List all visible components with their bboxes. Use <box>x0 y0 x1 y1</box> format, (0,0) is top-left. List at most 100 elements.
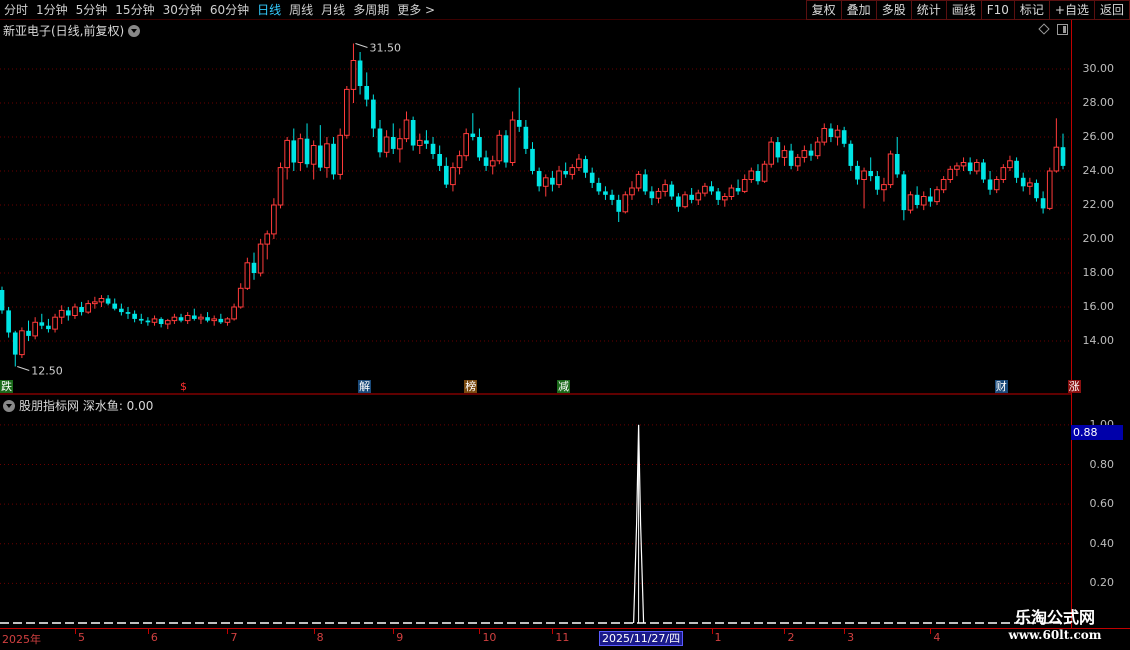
candle <box>655 188 662 204</box>
period-tab[interactable]: 60分钟 <box>206 0 253 20</box>
toolbar-button[interactable]: F10 <box>980 0 1015 20</box>
period-tab[interactable]: 1分钟 <box>32 0 72 20</box>
toolbar-button[interactable]: 统计 <box>910 0 947 20</box>
price-axis-label: 22.00 <box>1082 198 1115 211</box>
price-axis: 30.00 28.00 26.00 24.00 22.00 20.00 18.00 16.00… <box>1071 20 1120 628</box>
month-tick <box>227 629 229 634</box>
candle <box>609 189 615 205</box>
candle <box>649 186 655 205</box>
candle <box>231 303 237 321</box>
candle <box>297 133 304 171</box>
period-tab[interactable]: 多周期 <box>349 0 393 20</box>
candle <box>589 167 595 188</box>
candle <box>875 171 880 195</box>
candle <box>1000 164 1007 183</box>
candle <box>960 157 967 171</box>
date-cursor-label: 2025/11/27/四 <box>599 631 684 646</box>
period-tab[interactable]: 5分钟 <box>72 0 112 20</box>
candle <box>257 239 264 277</box>
event-badge[interactable]: 涨 <box>1067 380 1081 393</box>
candle <box>576 154 582 171</box>
candle <box>350 43 357 103</box>
candle <box>503 130 509 168</box>
candle <box>914 186 920 209</box>
month-tick <box>393 629 395 634</box>
indicator-axis-label: 0.80 <box>1089 457 1115 471</box>
period-tab[interactable]: 周线 <box>285 0 317 20</box>
candle <box>973 159 980 175</box>
toolbar-buttons: 复权 叠加 多股 统计 画线 F10 标记 +自选 返回 <box>805 0 1130 20</box>
candle <box>1040 191 1046 214</box>
month-tick <box>74 629 76 634</box>
candle <box>211 315 218 326</box>
candle <box>304 123 310 168</box>
indicator-title-label: 股朋指标网 深水鱼: 0.00 <box>19 399 154 413</box>
indicator-axis-label: 0.40 <box>1089 536 1115 550</box>
candle <box>855 160 860 185</box>
toolbar-button[interactable]: 叠加 <box>840 0 877 20</box>
candle <box>364 72 370 107</box>
period-tab[interactable]: 月线 <box>317 0 349 20</box>
toolbar-button[interactable]: +自选 <box>1048 0 1095 20</box>
period-tab[interactable]: 分时 <box>0 0 32 20</box>
month-label: 2 <box>787 631 795 644</box>
candle <box>715 188 721 205</box>
period-tab[interactable]: 更多 > <box>393 0 439 20</box>
panel-toggle-icon[interactable] <box>1057 24 1068 35</box>
month-label: 1 <box>714 631 722 644</box>
candle <box>583 155 588 178</box>
candle <box>1060 133 1066 170</box>
candle <box>284 137 290 180</box>
stock-title-label: 新亚电子(日线,前复权) <box>3 24 125 38</box>
candle <box>596 177 602 195</box>
toolbar-button[interactable]: 多股 <box>875 0 912 20</box>
toolbar: 分时 1分钟 5分钟 15分钟 30分钟 60分钟 日线 周线 月线 多周期 更多 > 复权 叠加 多股… <box>0 0 1130 20</box>
candle <box>483 150 489 171</box>
event-badge[interactable]: 榜 <box>464 380 478 393</box>
event-badge[interactable]: 解 <box>358 380 372 393</box>
chevron-down-icon[interactable] <box>128 24 141 37</box>
toolbar-button[interactable]: 返回 <box>1093 0 1130 20</box>
event-badge[interactable]: $ <box>179 380 188 393</box>
period-tab[interactable]: 30分钟 <box>159 0 206 20</box>
candle <box>151 315 158 326</box>
toolbar-button[interactable]: 画线 <box>945 0 982 20</box>
event-badge[interactable]: 减 <box>557 380 571 393</box>
candle <box>26 320 31 341</box>
event-badge[interactable]: 财 <box>994 380 1008 393</box>
candle <box>676 193 681 212</box>
price-axis-label: 24.00 <box>1082 164 1115 177</box>
candle <box>450 162 456 192</box>
toolbar-button[interactable]: 复权 <box>805 0 842 20</box>
month-label: 9 <box>396 631 404 644</box>
candle <box>397 128 403 163</box>
candle <box>237 283 244 309</box>
candle <box>416 133 423 154</box>
price-axis-label: 18.00 <box>1082 266 1115 279</box>
candle <box>794 154 801 171</box>
price-chart[interactable]: 31.50 12.50 <box>0 20 1071 395</box>
period-tab[interactable]: 日线 <box>253 0 285 20</box>
candle <box>509 111 516 166</box>
toolbar-button[interactable]: 标记 <box>1013 0 1050 20</box>
candle <box>164 318 171 330</box>
candle <box>244 257 251 290</box>
candle <box>622 191 629 214</box>
indicator-chart[interactable] <box>0 395 1071 628</box>
period-tab[interactable]: 15分钟 <box>111 0 158 20</box>
month-tick <box>930 629 932 634</box>
high-price-marker: 31.50 <box>355 42 401 55</box>
candle <box>178 313 184 323</box>
event-badge[interactable]: 跌 <box>0 380 13 393</box>
candle <box>669 181 675 200</box>
watermark: 乐淘公式网 www.60lt.com <box>985 604 1125 642</box>
candle <box>947 165 954 183</box>
candle <box>390 123 396 154</box>
price-axis-label: 26.00 <box>1082 130 1115 143</box>
month-label: 7 <box>230 631 238 644</box>
candle <box>145 317 151 326</box>
chevron-down-icon[interactable] <box>3 399 15 412</box>
candle <box>12 330 18 367</box>
price-axis-label: 14.00 <box>1082 334 1115 347</box>
month-tick <box>479 629 481 634</box>
